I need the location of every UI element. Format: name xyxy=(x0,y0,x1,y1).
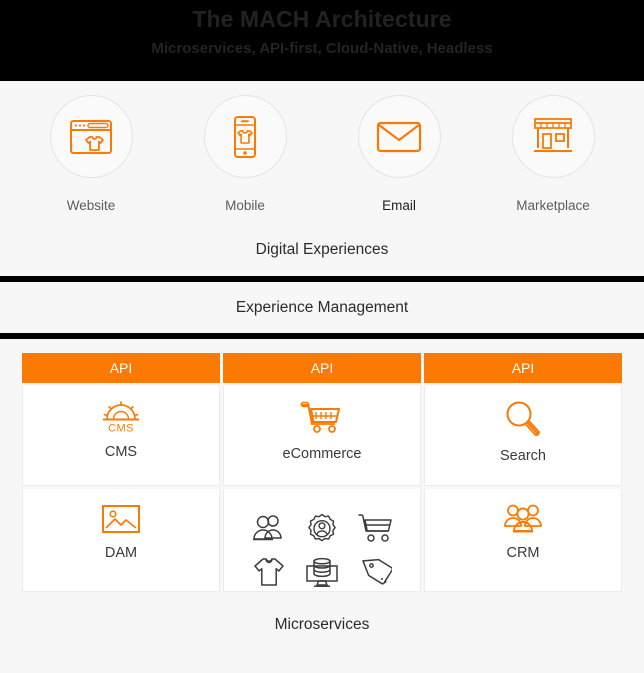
page-title: The MACH Architecture xyxy=(192,6,452,32)
microservices-caption: Microservices xyxy=(274,616,370,633)
dx-item-mobile[interactable]: Mobile xyxy=(179,95,311,214)
dx-circle-website xyxy=(49,95,133,178)
people-group-icon xyxy=(502,503,544,535)
card-label-dam: DAM xyxy=(104,545,138,561)
dx-circle-mobile xyxy=(203,95,287,178)
card-dam[interactable]: DAM xyxy=(22,489,220,592)
card-ecommerce[interactable]: eCommerce xyxy=(223,386,421,486)
magnifier-icon xyxy=(504,400,542,438)
shopping-cart-outline-icon[interactable] xyxy=(357,513,393,545)
card-microservices-grid xyxy=(223,489,421,592)
tshirt-icon[interactable] xyxy=(252,557,286,589)
database-monitor-icon[interactable] xyxy=(304,557,340,589)
browser-window-tshirt-icon xyxy=(69,118,113,156)
page-subtitle: Microservices, API-first, Cloud-Native, … xyxy=(151,40,493,57)
column-cms: API CMS CMS DAM xyxy=(22,353,220,592)
card-label-cms: CMS xyxy=(104,444,138,460)
services-columns: API CMS CMS DAM API eCommerce API Search… xyxy=(22,353,622,592)
card-label-crm: CRM xyxy=(506,545,540,561)
column-ecommerce: API eCommerce xyxy=(223,353,421,592)
two-people-icon[interactable] xyxy=(252,513,286,545)
envelope-icon xyxy=(376,120,422,154)
experience-management-section: Experience Management xyxy=(0,282,644,333)
api-header-search: API xyxy=(424,353,622,383)
storefront-icon xyxy=(531,116,575,158)
api-header-ecommerce: API xyxy=(223,353,421,383)
experience-management-caption: Experience Management xyxy=(235,298,409,316)
digital-experiences-row: Website Mobile Email Marketplace xyxy=(0,95,644,214)
price-tag-icon[interactable] xyxy=(358,557,393,589)
shopping-cart-icon xyxy=(300,400,344,436)
column-search: API Search CRM xyxy=(424,353,622,592)
page-header: The MACH Architecture Microservices, API… xyxy=(0,0,644,81)
card-search[interactable]: Search xyxy=(424,386,622,486)
dx-item-marketplace[interactable]: Marketplace xyxy=(487,95,619,214)
cms-gear-icon: CMS xyxy=(98,400,144,434)
dx-label-mobile: Mobile xyxy=(225,198,265,213)
digital-experiences-section: Website Mobile Email Marketplace Digital… xyxy=(0,81,644,276)
dx-label-website: Website xyxy=(66,198,116,213)
digital-experiences-caption: Digital Experiences xyxy=(255,241,389,258)
image-picture-icon xyxy=(101,503,141,535)
dx-circle-marketplace xyxy=(511,95,595,178)
card-label-ecommerce: eCommerce xyxy=(282,446,362,462)
gear-person-icon[interactable] xyxy=(306,513,338,545)
dx-circle-email xyxy=(357,95,441,178)
dx-label-email: Email xyxy=(382,198,416,213)
card-crm[interactable]: CRM xyxy=(424,489,622,592)
mobile-phone-tshirt-icon xyxy=(230,115,260,159)
dx-label-marketplace: Marketplace xyxy=(516,198,590,213)
api-header-cms: API xyxy=(22,353,220,383)
services-section: API CMS CMS DAM API eCommerce API Search… xyxy=(0,339,644,635)
svg-text:CMS: CMS xyxy=(108,423,134,435)
dx-item-website[interactable]: Website xyxy=(25,95,157,214)
card-label-search: Search xyxy=(500,448,546,464)
dx-item-email[interactable]: Email xyxy=(333,95,465,214)
microservices-icon-grid xyxy=(224,503,420,589)
card-cms[interactable]: CMS CMS xyxy=(22,386,220,486)
